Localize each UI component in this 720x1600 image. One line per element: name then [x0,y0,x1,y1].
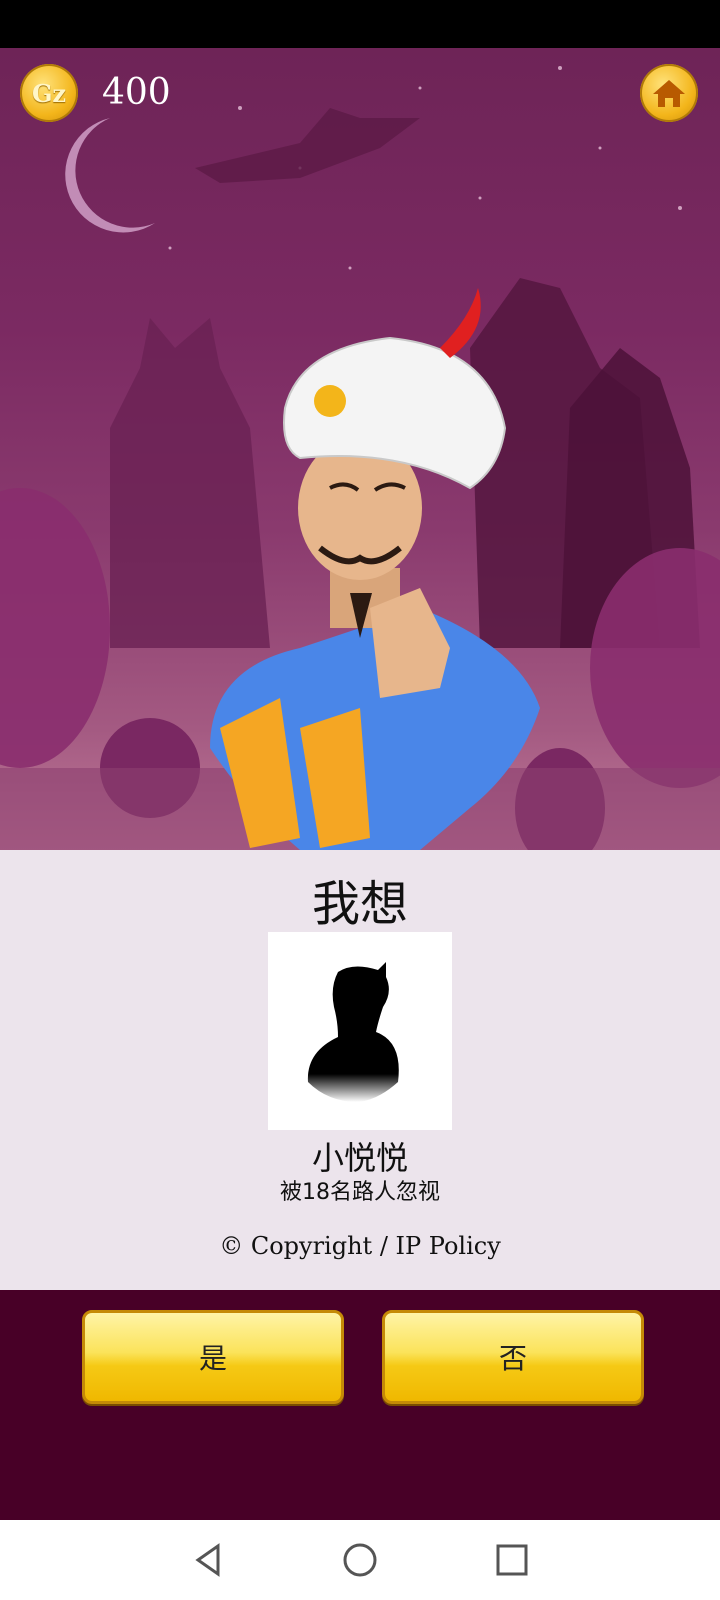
genie-scene [0,48,720,850]
home-icon [653,80,685,107]
scene-illustration [0,66,720,850]
silhouette-icon [307,962,399,1102]
coin-icon: Gz [20,64,78,122]
coin-count: 400 [102,72,171,113]
square-recents-icon[interactable] [492,1540,532,1580]
moon-icon [65,118,155,233]
character-name: 小悦悦 [311,1139,408,1177]
yes-button[interactable]: 是 [82,1310,344,1404]
character-portrait [268,932,452,1130]
status-bar [0,0,720,48]
back-triangle-icon[interactable] [188,1540,228,1580]
no-button[interactable]: 否 [382,1310,644,1404]
circle-home-icon[interactable] [340,1540,380,1580]
character-subtitle: 被18名路人忽视 [280,1180,440,1205]
home-button[interactable] [640,64,698,122]
panel-title: 我想 [311,876,408,932]
copyright-link[interactable]: © Copyright / IP Policy [0,1232,720,1260]
